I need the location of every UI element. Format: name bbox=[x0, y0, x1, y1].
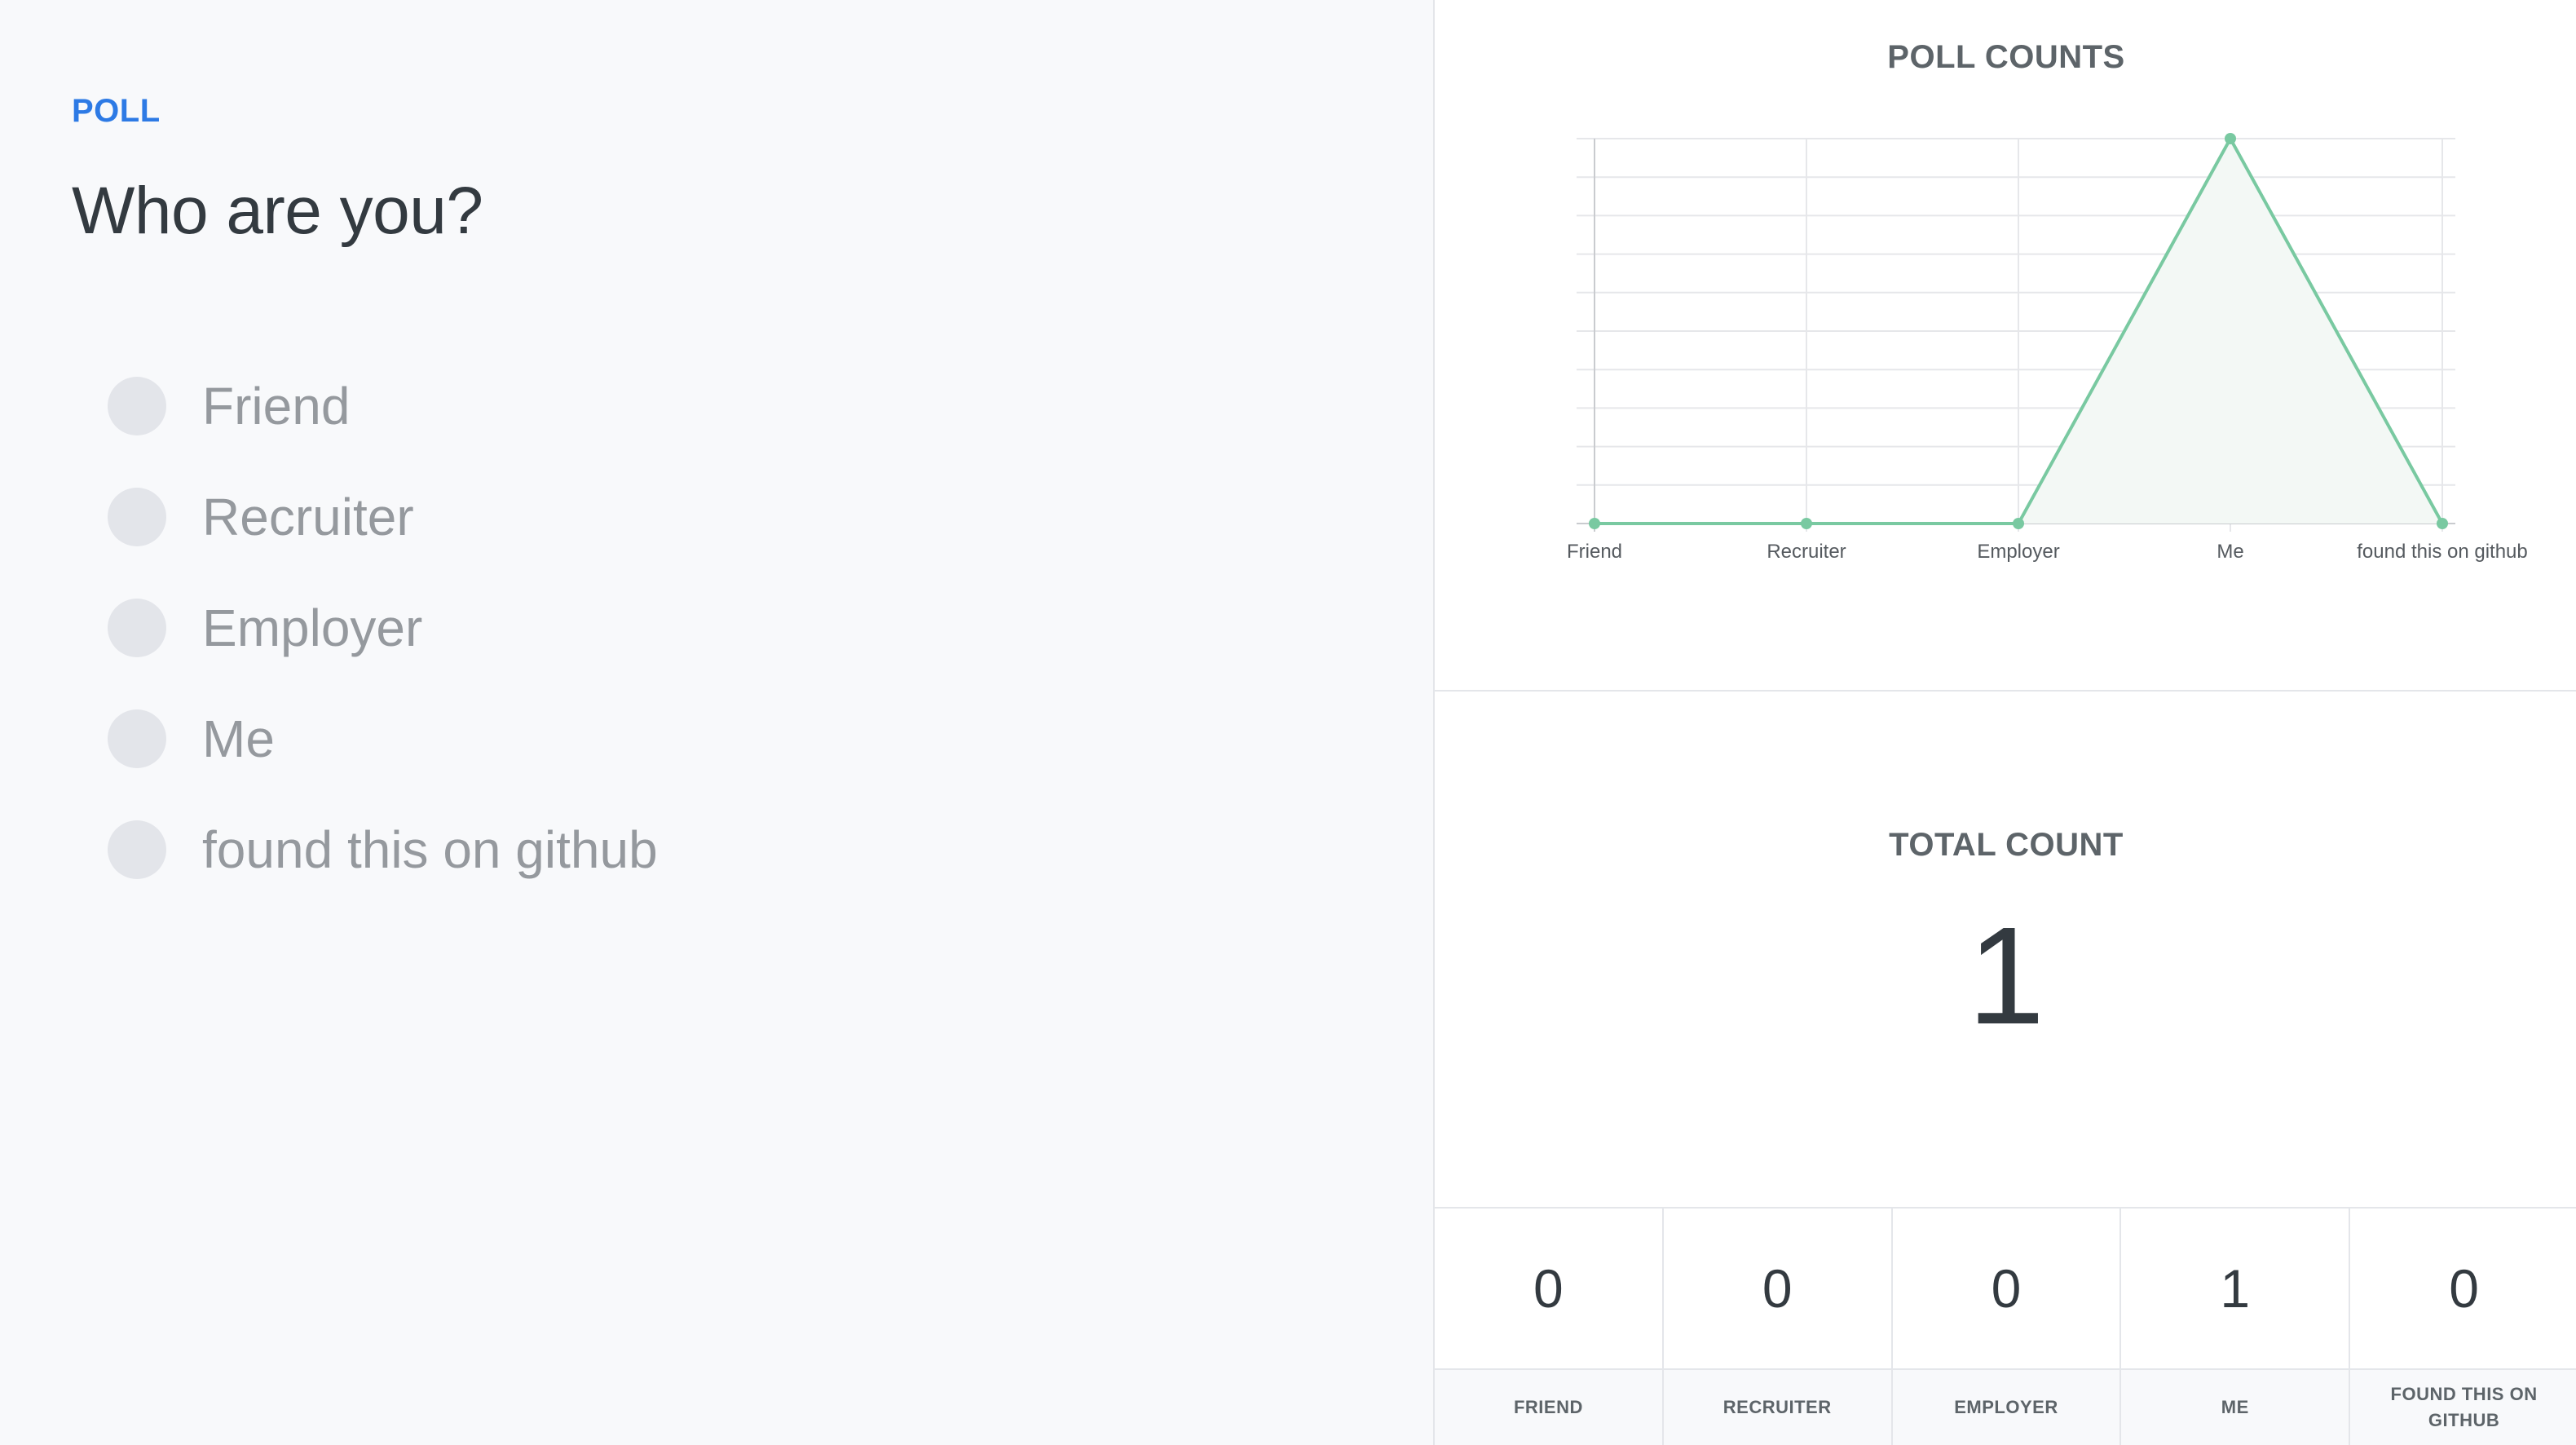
poll-option-github[interactable]: found this on github bbox=[108, 794, 658, 905]
count-cell-me: 1 ME bbox=[2121, 1209, 2351, 1445]
poll-counts-chart: Friend Recruiter Employer Me found this on g… bbox=[1567, 133, 2528, 563]
count-value: 0 bbox=[2350, 1209, 2576, 1370]
poll-option-label: Recruiter bbox=[202, 488, 414, 546]
total-count-value: 1 bbox=[1967, 899, 2045, 1054]
radio-button[interactable] bbox=[108, 599, 166, 657]
radio-button[interactable] bbox=[108, 820, 166, 879]
radio-button[interactable] bbox=[108, 709, 166, 768]
poll-option-friend[interactable]: Friend bbox=[108, 351, 658, 462]
count-value: 0 bbox=[1892, 1209, 2120, 1370]
data-point-2 bbox=[2013, 518, 2024, 529]
radio-button[interactable] bbox=[108, 488, 166, 546]
poll-panel: POLL Who are you? Friend Recruiter Emplo… bbox=[0, 0, 1433, 1445]
count-label: RECRUITER bbox=[1663, 1370, 1891, 1445]
poll-question: Who are you? bbox=[72, 174, 483, 248]
count-value: 1 bbox=[2121, 1209, 2349, 1370]
counts-table: 0 FRIEND 0 RECRUITER 0 EMPLOYER 1 ME 0 F… bbox=[1435, 1207, 2576, 1445]
x-tick-label-0: Friend bbox=[1567, 541, 1622, 563]
poll-options: Friend Recruiter Employer Me found this … bbox=[108, 351, 658, 905]
count-label: EMPLOYER bbox=[1892, 1370, 2120, 1445]
poll-option-me[interactable]: Me bbox=[108, 683, 658, 794]
radio-button[interactable] bbox=[108, 377, 166, 435]
count-value: 0 bbox=[1435, 1209, 1662, 1370]
poll-option-label: Employer bbox=[202, 599, 423, 657]
count-cell-recruiter: 0 RECRUITER bbox=[1663, 1209, 1893, 1445]
total-count-section: TOTAL COUNT 1 bbox=[1435, 693, 2576, 1207]
data-point-0 bbox=[1589, 518, 1600, 529]
data-point-1 bbox=[1801, 518, 1812, 529]
poll-option-employer[interactable]: Employer bbox=[108, 572, 658, 683]
data-point-3 bbox=[2225, 133, 2236, 144]
poll-counts-chart-section: POLL COUNTS Friend Recruiter Employer Me fou… bbox=[1435, 0, 2576, 692]
count-value: 0 bbox=[1663, 1209, 1891, 1370]
results-panel: POLL COUNTS Friend Recruiter Employer Me fou… bbox=[1433, 0, 2576, 1445]
count-cell-github: 0 FOUND THIS ON GITHUB bbox=[2350, 1209, 2576, 1445]
poll-option-recruiter[interactable]: Recruiter bbox=[108, 462, 658, 572]
poll-eyebrow: POLL bbox=[72, 93, 161, 129]
count-label: FOUND THIS ON GITHUB bbox=[2350, 1370, 2576, 1445]
poll-option-label: Me bbox=[202, 709, 275, 768]
data-point-4 bbox=[2437, 518, 2448, 529]
count-cell-employer: 0 EMPLOYER bbox=[1892, 1209, 2122, 1445]
count-cell-friend: 0 FRIEND bbox=[1435, 1209, 1664, 1445]
poll-option-label: found this on github bbox=[202, 820, 658, 879]
poll-option-label: Friend bbox=[202, 377, 351, 435]
total-count-title: TOTAL COUNT bbox=[1889, 827, 2124, 863]
x-tick-label-2: Employer bbox=[1977, 541, 2059, 563]
x-tick-label-3: Me bbox=[2217, 541, 2243, 563]
x-tick-label-4: found this on github bbox=[2357, 541, 2528, 563]
count-label: FRIEND bbox=[1435, 1370, 1662, 1445]
count-label: ME bbox=[2121, 1370, 2349, 1445]
x-tick-label-1: Recruiter bbox=[1767, 541, 1846, 563]
